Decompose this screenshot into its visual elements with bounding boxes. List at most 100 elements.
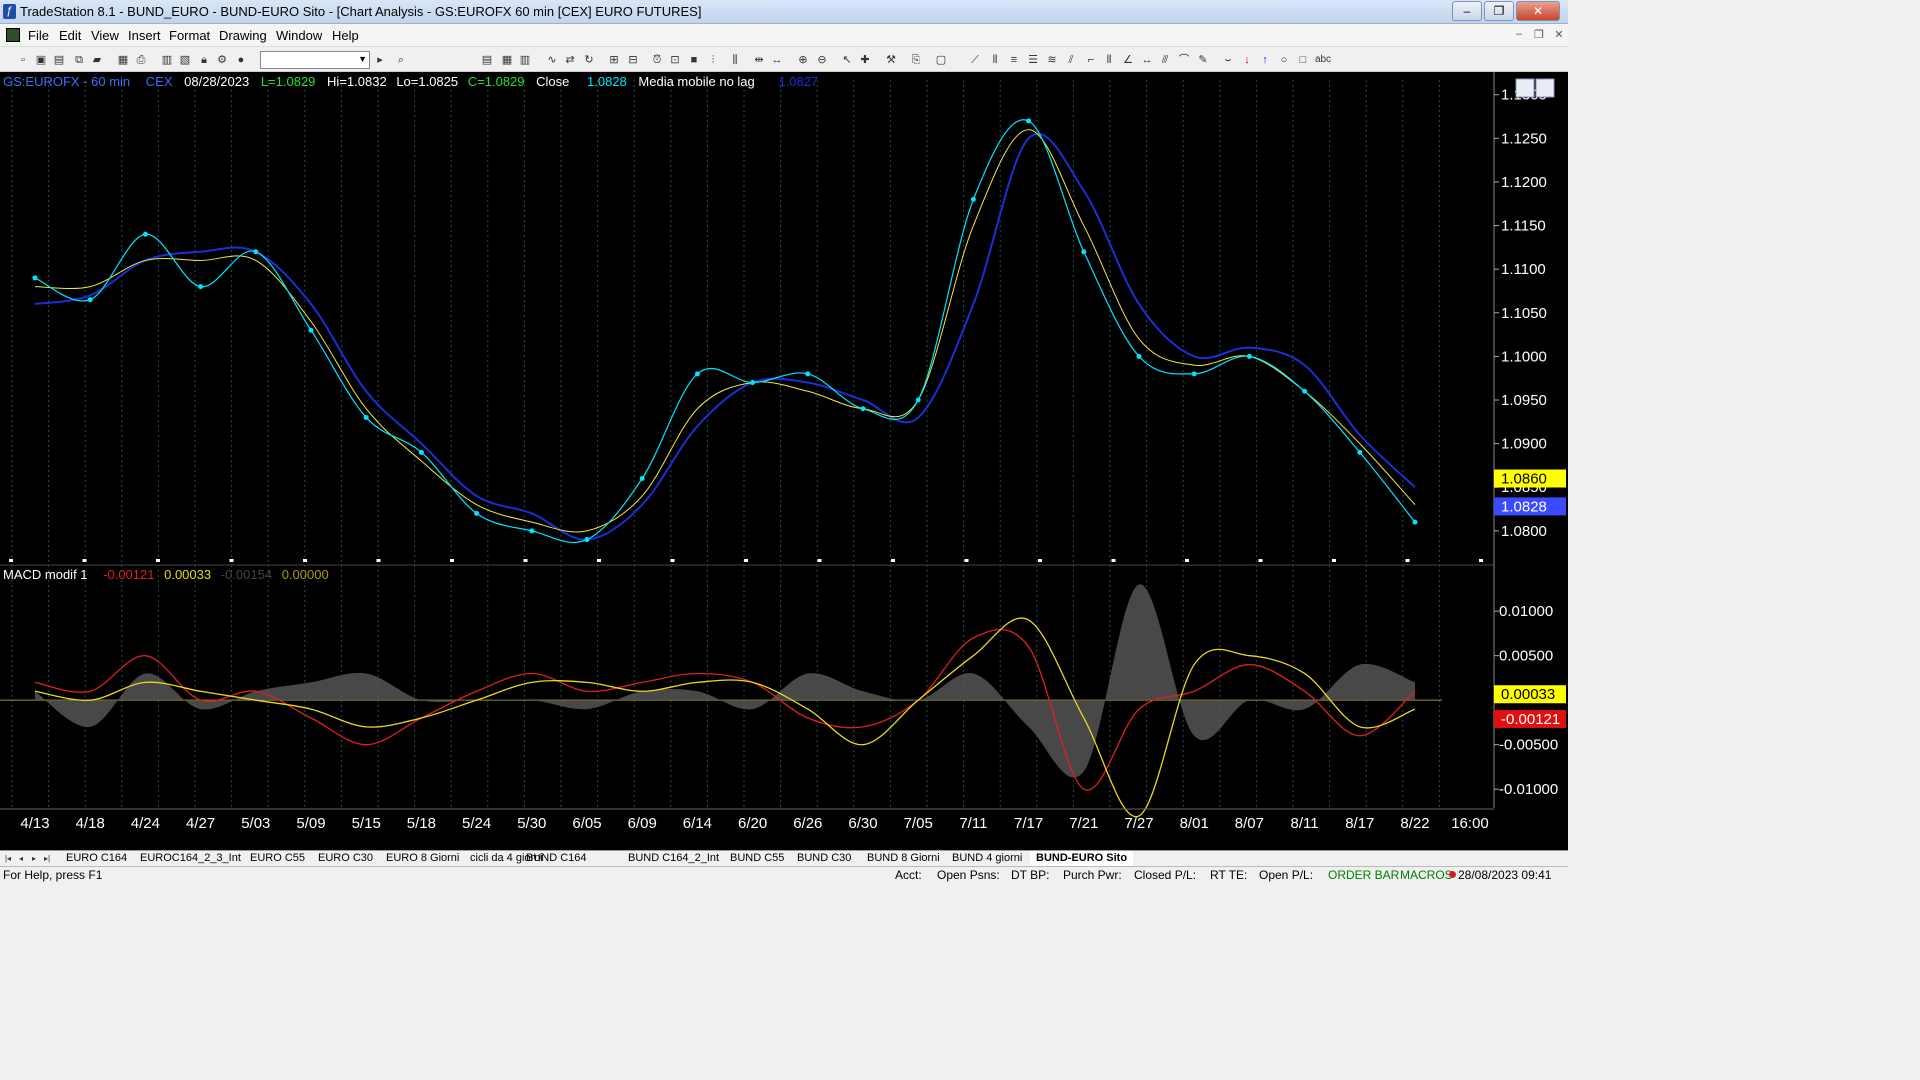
- strategy-icon[interactable]: ⚙: [215, 53, 229, 67]
- status-order-bar[interactable]: ORDER BAR: [1328, 868, 1399, 882]
- tab-first-button[interactable]: |◂: [3, 852, 13, 865]
- bars-up-icon[interactable]: ⫶: [706, 53, 720, 67]
- tab-euro-c30[interactable]: EURO C30: [312, 851, 379, 866]
- go-arrow-icon[interactable]: ▸: [373, 53, 387, 67]
- pencil-icon[interactable]: ✎: [1196, 53, 1210, 67]
- properties-icon[interactable]: ⊟: [626, 53, 640, 67]
- tab-bund-c55[interactable]: BUND C55: [724, 851, 790, 866]
- horizontal-lines-icon[interactable]: ≡: [1007, 53, 1021, 67]
- tab-prev-button[interactable]: ◂: [16, 852, 26, 865]
- chart-canvas[interactable]: 1.13001.12501.12001.11501.11001.10501.10…: [0, 72, 1568, 850]
- tab-bund-c164-2-int[interactable]: BUND C164_2_Int: [622, 851, 725, 866]
- close-point: [363, 414, 369, 420]
- tab-euroc164-2-3-int[interactable]: EUROC164_2_3_Int: [134, 851, 247, 866]
- tab-euro-8-giorni[interactable]: EURO 8 Giorni: [380, 851, 465, 866]
- arc-icon[interactable]: ⌒: [1177, 53, 1191, 67]
- tab-euro-c55[interactable]: EURO C55: [244, 851, 311, 866]
- arrow-up-icon[interactable]: ↑: [1258, 53, 1272, 67]
- close-button[interactable]: ✕: [1516, 1, 1560, 21]
- save-icon[interactable]: ▦: [116, 53, 130, 67]
- angle-icon[interactable]: ∠: [1121, 53, 1135, 67]
- status-dtbp: DT BP:: [1011, 868, 1050, 882]
- bars-icon[interactable]: ⫼: [728, 53, 742, 67]
- clipboard-icon[interactable]: ▢: [934, 53, 948, 67]
- menu-insert[interactable]: Insert: [128, 28, 161, 43]
- folder-icon[interactable]: ▰: [90, 53, 104, 67]
- parallel-icon[interactable]: ⫻: [1158, 53, 1172, 67]
- radar-icon[interactable]: ▧: [178, 53, 192, 67]
- rectangle-icon[interactable]: □: [1296, 53, 1310, 67]
- tab-last-button[interactable]: ▸|: [42, 852, 52, 865]
- tab-bund-4-giorni[interactable]: BUND 4 giorni: [946, 851, 1028, 866]
- open-workspace-icon[interactable]: ▤: [52, 53, 66, 67]
- menu-window[interactable]: Window: [276, 28, 322, 43]
- new-icon[interactable]: ▫: [16, 53, 30, 67]
- mdi-restore-button[interactable]: ❐: [1530, 28, 1548, 41]
- tab-bund-8-giorni[interactable]: BUND 8 Giorni: [861, 851, 946, 866]
- status-macros[interactable]: MACROS: [1400, 868, 1453, 882]
- maximize-button[interactable]: ❐: [1484, 1, 1514, 21]
- zoom-in-icon[interactable]: ⊕: [796, 53, 810, 67]
- chart-area[interactable]: 1.13001.12501.12001.11501.11001.10501.10…: [0, 72, 1568, 850]
- step-icon[interactable]: ⌐: [1084, 53, 1098, 67]
- minimize-button[interactable]: ‒: [1452, 1, 1482, 21]
- menu-edit[interactable]: Edit: [59, 28, 81, 43]
- trendline-icon[interactable]: ⟋: [968, 53, 982, 67]
- fan-icon[interactable]: ≋: [1045, 53, 1059, 67]
- black-chart-icon[interactable]: ■: [687, 53, 701, 67]
- tab-bund-c30[interactable]: BUND C30: [791, 851, 857, 866]
- alarm-icon[interactable]: ⏰︎: [650, 53, 664, 67]
- tab-bund-c164[interactable]: BUND C164: [520, 851, 593, 866]
- header-close-value: 1.0828: [587, 74, 627, 89]
- pointer-icon[interactable]: ↖: [840, 53, 854, 67]
- data-window-icon[interactable]: ⊡: [668, 53, 682, 67]
- vertical-lines-icon[interactable]: ⦀: [988, 53, 1002, 67]
- copy-icon[interactable]: ⧉: [72, 53, 86, 67]
- print-icon[interactable]: ⎙: [134, 53, 148, 67]
- analysis-icon[interactable]: ⇄: [563, 53, 577, 67]
- arrow-down-icon[interactable]: ↓: [1240, 53, 1254, 67]
- symbol-lookup-icon[interactable]: ⌕: [394, 53, 408, 67]
- text-tool-icon[interactable]: abc: [1314, 53, 1332, 67]
- pane-restore-button[interactable]: [1535, 78, 1555, 98]
- tab-bund-euro-sito[interactable]: BUND-EURO Sito: [1030, 851, 1134, 866]
- menu-drawing[interactable]: Drawing: [219, 28, 267, 43]
- line-style-icon[interactable]: ▥: [518, 53, 532, 67]
- menu-file[interactable]: File: [28, 28, 49, 43]
- tab-euro-c164[interactable]: EURO C164: [60, 851, 133, 866]
- open-icon[interactable]: ▣: [34, 53, 48, 67]
- expand-icon[interactable]: ↔: [770, 53, 784, 67]
- x-tick-label: 4/18: [76, 815, 105, 832]
- chart-window-icon[interactable]: [6, 28, 20, 42]
- zoom-out-icon[interactable]: ⊖: [815, 53, 829, 67]
- mdi-close-button[interactable]: ✕: [1550, 28, 1568, 41]
- fibonacci-icon[interactable]: ☰: [1026, 53, 1040, 67]
- curve-icon[interactable]: ⌣: [1221, 53, 1235, 67]
- mdi-minimize-button[interactable]: –: [1510, 28, 1528, 40]
- menu-view[interactable]: View: [91, 28, 119, 43]
- bar-chart-style-icon[interactable]: ▤: [480, 53, 494, 67]
- gann-icon[interactable]: ⫴: [1102, 53, 1116, 67]
- compress-icon[interactable]: ⇹: [752, 53, 766, 67]
- circle-icon[interactable]: ○: [1277, 53, 1291, 67]
- tab-next-button[interactable]: ▸: [29, 852, 39, 865]
- session-marker: [82, 559, 87, 562]
- symbol-dropdown[interactable]: ▼: [260, 51, 370, 69]
- arrow-both-icon[interactable]: ↔: [1140, 53, 1154, 67]
- format-icon[interactable]: ⊞: [607, 53, 621, 67]
- insert-text-icon[interactable]: ⎘: [909, 53, 923, 67]
- lock-icon[interactable]: 🔒︎: [197, 53, 211, 67]
- candlestick-style-icon[interactable]: ▦: [500, 53, 514, 67]
- tools-icon[interactable]: ⚒: [884, 53, 898, 67]
- refresh-icon[interactable]: ↻: [582, 53, 596, 67]
- globe-icon[interactable]: ●: [234, 53, 248, 67]
- chart-window-new-icon[interactable]: ▥: [160, 53, 174, 67]
- crosshair-icon[interactable]: ✚: [858, 53, 872, 67]
- x-tick-label: 6/26: [793, 815, 822, 832]
- status-help: For Help, press F1: [3, 868, 103, 882]
- indicator-icon[interactable]: ∿: [545, 53, 559, 67]
- menu-format[interactable]: Format: [169, 28, 210, 43]
- menu-help[interactable]: Help: [332, 28, 359, 43]
- channel-icon[interactable]: ⫽: [1064, 53, 1078, 67]
- pane-minimize-button[interactable]: [1515, 78, 1535, 98]
